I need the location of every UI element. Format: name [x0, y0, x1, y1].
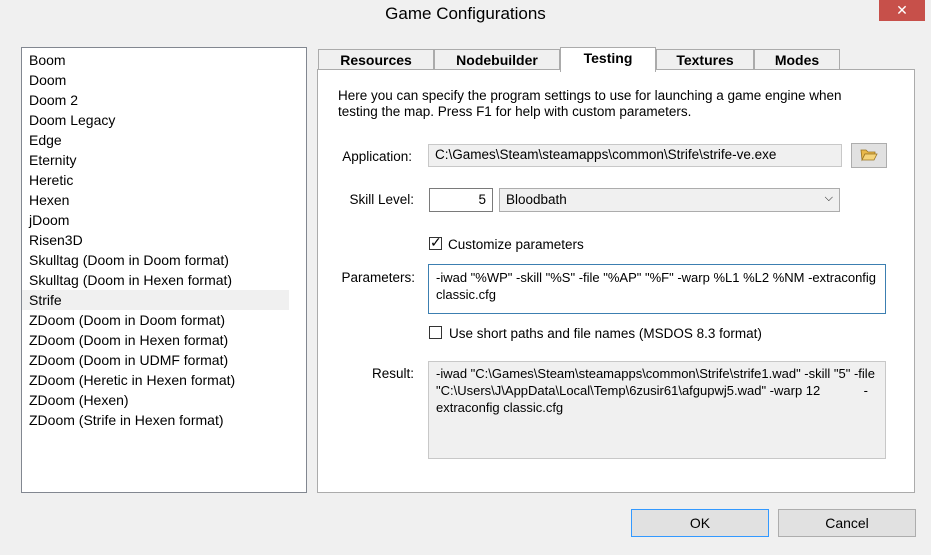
check-icon: ✓ [430, 234, 442, 250]
cancel-button[interactable]: Cancel [778, 509, 916, 537]
customize-parameters-label[interactable]: Customize parameters [448, 237, 584, 252]
parameters-label: Parameters: [341, 270, 415, 285]
list-item[interactable]: Heretic [22, 170, 289, 190]
close-icon: ✕ [896, 2, 908, 18]
list-item[interactable]: Strife [22, 290, 289, 310]
short-paths-label[interactable]: Use short paths and file names (MSDOS 8.… [449, 326, 762, 341]
tab-label: Resources [340, 52, 412, 68]
list-item[interactable]: Skulltag (Doom in Hexen format) [22, 270, 289, 290]
skill-level-label: Skill Level: [349, 192, 414, 207]
skill-level-number[interactable]: 5 [429, 188, 493, 212]
list-item[interactable]: Doom [22, 70, 289, 90]
list-item[interactable]: ZDoom (Doom in UDMF format) [22, 350, 289, 370]
short-paths-checkbox[interactable] [429, 326, 442, 339]
list-item[interactable]: ZDoom (Doom in Hexen format) [22, 330, 289, 350]
tab-modes[interactable]: Modes [754, 49, 840, 70]
customize-parameters-checkbox[interactable]: ✓ [429, 234, 442, 250]
list-item[interactable]: Boom [22, 50, 289, 70]
tab-label: Textures [676, 52, 734, 68]
skill-level-value: Bloodbath [506, 192, 567, 207]
list-item[interactable]: Edge [22, 130, 289, 150]
ok-button[interactable]: OK [631, 509, 769, 537]
application-path-field[interactable]: C:\Games\Steam\steamapps\common\Strife\s… [428, 144, 842, 167]
application-label: Application: [342, 149, 412, 164]
tab-resources[interactable]: Resources [318, 49, 434, 70]
list-item[interactable]: Skulltag (Doom in Doom format) [22, 250, 289, 270]
parameters-input[interactable]: -iwad "%WP" -skill "%S" -file "%AP" "%F"… [428, 264, 886, 314]
list-item[interactable]: ZDoom (Doom in Doom format) [22, 310, 289, 330]
tab-label: Modes [774, 52, 820, 68]
tab-testing[interactable]: Testing [560, 47, 656, 72]
folder-open-icon [860, 149, 878, 162]
list-item[interactable]: ZDoom (Hexen) [22, 390, 289, 410]
list-item[interactable]: jDoom [22, 210, 289, 230]
list-item[interactable]: Risen3D [22, 230, 289, 250]
list-item[interactable]: Hexen [22, 190, 289, 210]
list-item[interactable]: ZDoom (Heretic in Hexen format) [22, 370, 289, 390]
tab-nodebuilder[interactable]: Nodebuilder [434, 49, 560, 70]
tab-label: Testing [583, 50, 633, 66]
skill-level-dropdown[interactable]: Bloodbath ⌵ [499, 188, 840, 212]
close-button[interactable]: ✕ [879, 0, 925, 21]
tab-textures[interactable]: Textures [656, 49, 754, 70]
tab-label: Nodebuilder [456, 52, 538, 68]
list-item[interactable]: Eternity [22, 150, 289, 170]
configuration-list[interactable]: Boom Doom Doom 2 Doom Legacy Edge Eternity Her… [21, 47, 307, 493]
title-bar: Game Configurations ✕ [0, 0, 931, 30]
testing-description: Here you can specify the program setting… [338, 88, 842, 119]
list-item[interactable]: ZDoom (Strife in Hexen format) [22, 410, 289, 430]
list-item[interactable]: Doom 2 [22, 90, 289, 110]
window-title: Game Configurations [385, 4, 546, 23]
result-field[interactable]: -iwad "C:\Games\Steam\steamapps\common\S… [428, 361, 886, 459]
list-item[interactable]: Doom Legacy [22, 110, 289, 130]
chevron-down-icon: ⌵ [824, 192, 833, 204]
result-label: Result: [371, 366, 414, 381]
browse-button[interactable] [851, 143, 887, 168]
